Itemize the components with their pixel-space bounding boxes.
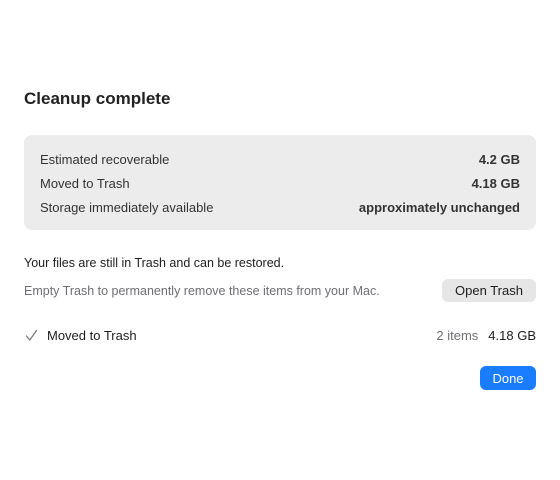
result-label: Moved to Trash: [47, 327, 137, 343]
summary-value: 4.2 GB: [478, 151, 520, 167]
summary-value: approximately unchanged: [358, 199, 520, 215]
done-button[interactable]: Done: [480, 366, 536, 390]
summary-row-estimated: Estimated recoverable 4.2 GB: [40, 147, 520, 171]
summary-label: Estimated recoverable: [40, 151, 170, 167]
cleanup-dialog: Cleanup complete Estimated recoverable 4…: [0, 0, 560, 480]
summary-label: Moved to Trash: [40, 175, 130, 191]
result-item-count: 2 items: [436, 327, 479, 343]
checkmark-icon: [24, 328, 38, 342]
summary-panel: Estimated recoverable 4.2 GB Moved to Tr…: [24, 135, 536, 230]
result-row: Moved to Trash 2 items 4.18 GB: [24, 325, 536, 345]
summary-row-available: Storage immediately available approximat…: [40, 195, 520, 219]
dialog-title: Cleanup complete: [24, 89, 171, 108]
restore-note: Your files are still in Trash and can be…: [24, 256, 285, 270]
summary-row-moved: Moved to Trash 4.18 GB: [40, 171, 520, 195]
open-trash-button[interactable]: Open Trash: [442, 279, 536, 302]
summary-label: Storage immediately available: [40, 199, 214, 215]
empty-trash-hint: Empty Trash to permanently remove these …: [24, 284, 380, 298]
summary-value: 4.18 GB: [471, 175, 520, 191]
result-size: 4.18 GB: [488, 327, 536, 343]
